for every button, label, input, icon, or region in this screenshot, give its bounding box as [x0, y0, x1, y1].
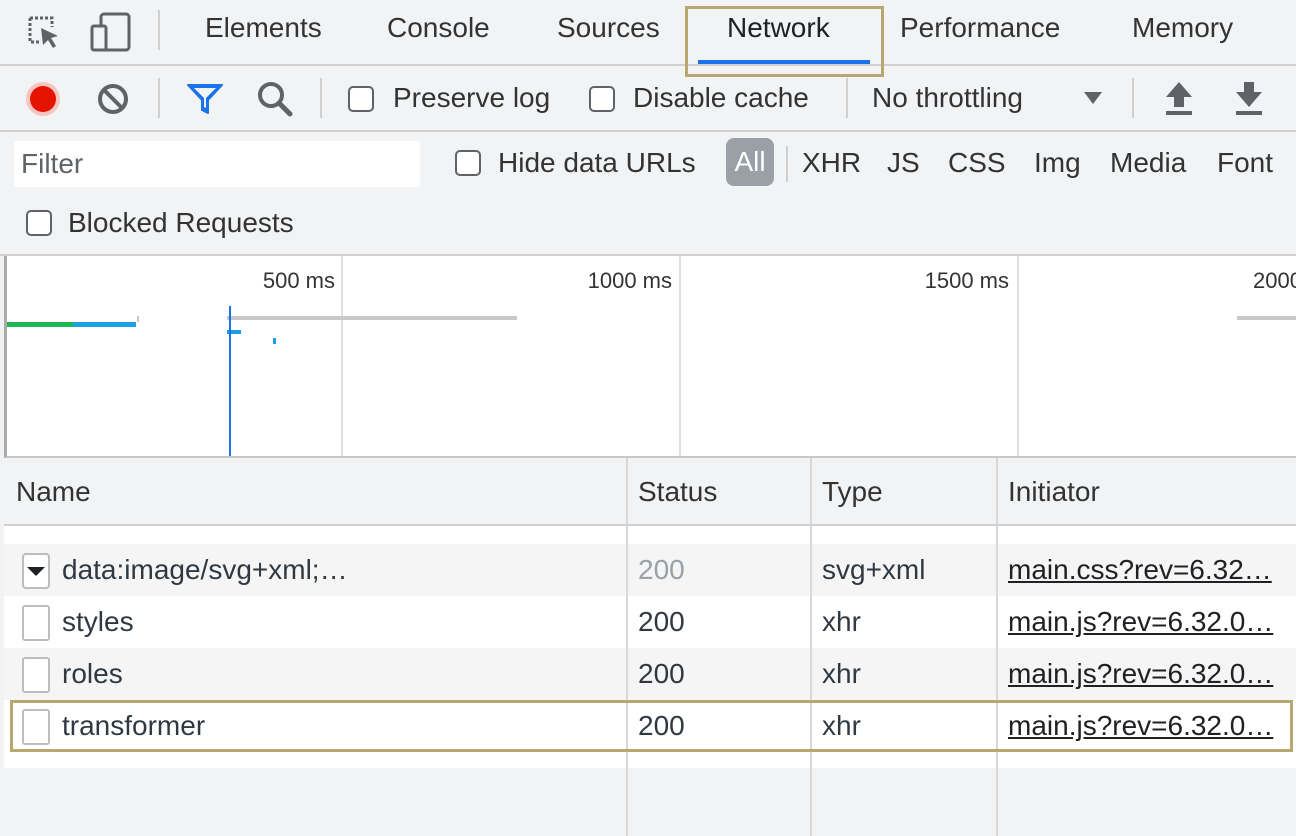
timing-bar [227, 316, 517, 320]
column-header-name[interactable]: Name [16, 476, 91, 508]
column-header-type[interactable]: Type [822, 476, 883, 508]
preserve-log-label[interactable]: Preserve log [393, 82, 550, 114]
tab-console[interactable]: Console [387, 12, 490, 44]
selected-row-highlight [10, 700, 1293, 752]
tab-sources[interactable]: Sources [557, 12, 660, 44]
timing-bar [7, 322, 73, 327]
request-name: data:image/svg+xml;… [62, 554, 348, 585]
table-row[interactable]: styles 200 xhr main.js?rev=6.32.0… [4, 596, 1296, 648]
hide-data-urls-label[interactable]: Hide data URLs [498, 147, 696, 179]
filter-type-font[interactable]: Font [1217, 147, 1273, 179]
request-name: roles [62, 658, 123, 689]
disable-cache-label[interactable]: Disable cache [633, 82, 809, 114]
filter-icon[interactable] [186, 82, 224, 116]
timing-bar [273, 338, 276, 344]
column-header-initiator[interactable]: Initiator [1008, 476, 1100, 508]
preserve-log-checkbox[interactable] [348, 86, 374, 112]
search-icon[interactable] [256, 80, 294, 118]
request-status: 200 [638, 658, 685, 689]
filter-type-js[interactable]: JS [887, 147, 920, 179]
requests-table-header: Name Status Type Initiator [4, 458, 1296, 526]
blocked-requests-checkbox[interactable] [26, 210, 52, 236]
overview-tick-label: 2000 [1253, 268, 1296, 293]
timing-bar [1237, 316, 1296, 320]
devtools-tab-bar: Elements Console Sources Network Perform… [0, 0, 1296, 66]
document-icon [22, 605, 50, 641]
hide-data-urls-checkbox[interactable] [455, 150, 481, 176]
timing-bar [137, 316, 139, 322]
chevron-down-icon[interactable] [1082, 90, 1104, 106]
filter-type-xhr[interactable]: XHR [802, 147, 861, 179]
throttling-select[interactable]: No throttling [872, 82, 1023, 114]
request-type: xhr [822, 658, 861, 689]
filter-type-css[interactable]: CSS [948, 147, 1006, 179]
table-row[interactable]: roles 200 xhr main.js?rev=6.32.0… [4, 648, 1296, 700]
inspect-element-icon[interactable] [26, 14, 62, 50]
document-icon [22, 657, 50, 693]
filter-type-img[interactable]: Img [1034, 147, 1081, 179]
filter-type-media[interactable]: Media [1110, 147, 1186, 179]
tab-performance[interactable]: Performance [900, 12, 1060, 44]
request-status: 200 [638, 606, 685, 637]
blocked-requests-label[interactable]: Blocked Requests [68, 207, 294, 239]
tab-elements[interactable]: Elements [205, 12, 322, 44]
request-name: styles [62, 606, 134, 637]
column-header-status[interactable]: Status [638, 476, 717, 508]
request-initiator-link[interactable]: main.css?rev=6.32… [1008, 554, 1294, 586]
record-icon[interactable] [24, 80, 62, 118]
network-toolbar: Preserve log Disable cache No throttling [0, 66, 1296, 132]
overview-tick-label: 1500 ms [924, 268, 1009, 293]
import-har-icon[interactable] [1164, 80, 1194, 116]
clear-icon[interactable] [96, 82, 130, 116]
overview-tick-label: 500 ms [262, 268, 335, 293]
timing-bar [73, 322, 136, 327]
network-overview[interactable]: 500 ms 1000 ms 1500 ms 2000 [4, 256, 1296, 459]
overview-tick-label: 1000 ms [587, 268, 672, 293]
svg-file-icon [22, 553, 50, 589]
filter-type-all[interactable]: All [726, 138, 774, 186]
request-type: svg+xml [822, 554, 926, 585]
disable-cache-checkbox[interactable] [589, 86, 615, 112]
device-toolbar-icon[interactable] [90, 12, 132, 52]
export-har-icon[interactable] [1234, 80, 1264, 116]
table-row[interactable]: data:image/svg+xml;… 200 svg+xml main.cs… [4, 544, 1296, 596]
request-initiator-link[interactable]: main.js?rev=6.32.0… [1008, 606, 1294, 638]
request-type: xhr [822, 606, 861, 637]
tab-memory[interactable]: Memory [1132, 12, 1233, 44]
dom-content-loaded-marker [229, 306, 231, 456]
filter-bar: Hide data URLs All XHR JS CSS Img Media … [0, 132, 1296, 256]
filter-input[interactable] [14, 141, 420, 187]
request-initiator-link[interactable]: main.js?rev=6.32.0… [1008, 658, 1294, 690]
request-status: 200 [638, 554, 685, 585]
